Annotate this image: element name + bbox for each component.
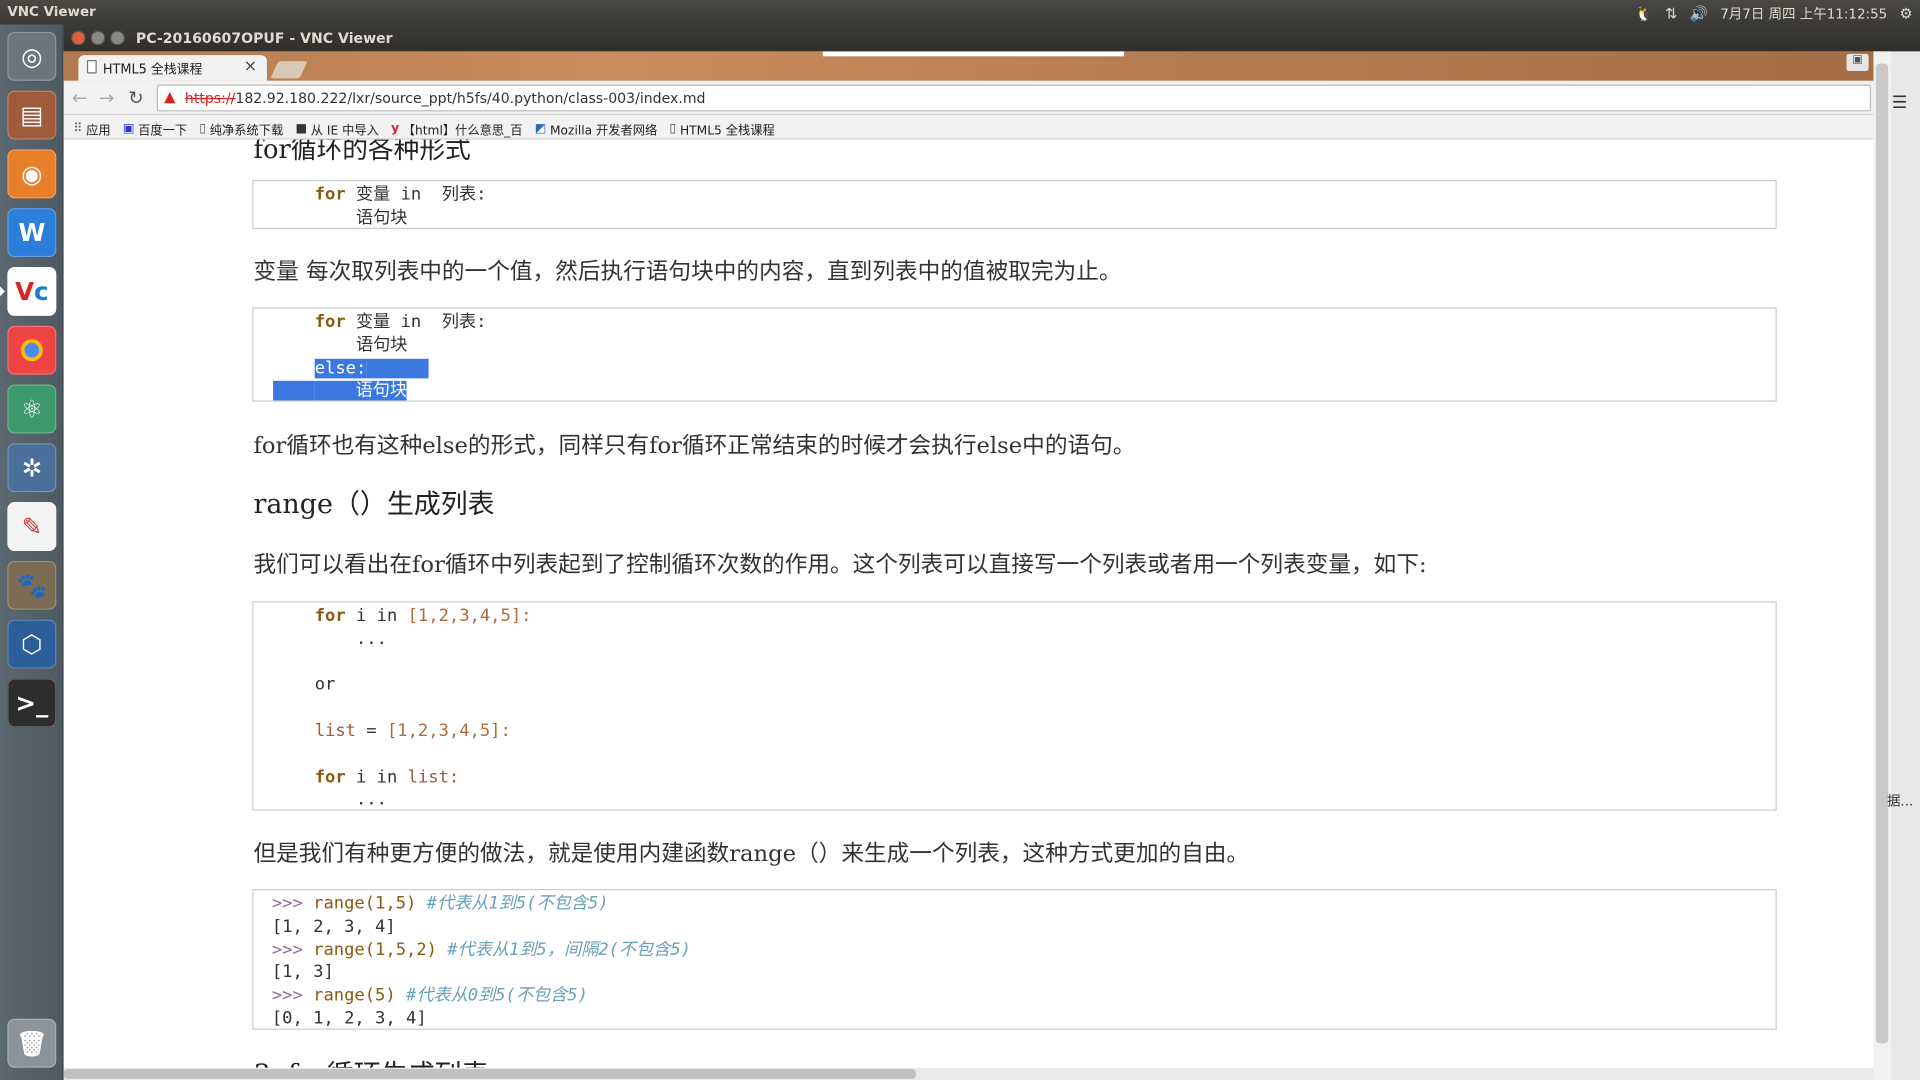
clock[interactable]: 7月7日 周四 上午11:12:55 [1720,4,1887,24]
vnc-titlebar: PC-20160607OPUF - VNC Viewer [63,24,1920,52]
vertical-scroll-thumb[interactable] [1875,63,1889,1044]
browser-toolbar: ← → ↻ ▲ https://182.92.180.222/lxr/sourc… [63,80,1874,116]
close-tab-icon[interactable]: × [244,58,257,76]
files-icon[interactable]: ▤ [7,90,57,140]
volume-icon[interactable]: 🔊 [1690,5,1708,22]
new-tab-button[interactable] [270,61,308,79]
bookmark-html5-course[interactable]: ▯ HTML5 全栈课程 [670,119,775,139]
paragraph-1: 变量 每次取列表中的一个值，然后执行语句块中的内容，直到列表中的值被取完为止。 [253,259,1122,286]
bookmark-baidu[interactable]: ▣ 百度一下 [123,119,187,139]
baidu-icon: ▣ [122,121,135,136]
paragraph-4: 但是我们有种更方便的做法，就是使用内建函数range（）来生成一个列表，这种方式… [253,841,1250,867]
bookmark-ie-import[interactable]: ■ 从 IE 中导入 [295,119,378,139]
folder-icon: ■ [295,121,308,136]
chrome-icon[interactable] [7,325,57,375]
vertical-scrollbar[interactable] [1873,51,1891,1080]
top-panel: VNC Viewer 🐧 ⇅ 🔊 7月7日 周四 上午11:12:55 ⚙ [0,0,1920,25]
close-window-button[interactable] [71,30,86,46]
forward-icon[interactable]: → [96,87,118,109]
installer-icon[interactable]: ✲ [7,443,57,493]
selected-text[interactable]: else: [314,358,367,378]
tab-html5[interactable]: HTML5 全栈课程 × [78,55,267,81]
horizontal-scrollbar[interactable] [63,1067,1874,1080]
wps-icon[interactable]: W [7,208,57,258]
selected-text[interactable] [273,381,315,401]
browser-window: HTML5 全栈课程 × ▣ ← → ↻ ▲ https://182.92.18… [63,51,1874,1080]
address-bar[interactable]: ▲ https://182.92.180.222/lxr/source_ppt/… [156,84,1872,112]
paragraph-2: for循环也有这种else的形式，同样只有for循环正常结束的时候才会执行els… [253,433,1136,460]
firefox-icon[interactable]: ◉ [7,149,57,199]
bookmark-html-meaning[interactable]: y 【html】什么意思_百 [391,119,522,139]
right-strip-text: 据... [1886,793,1914,810]
url-rest: 182.92.180.222/lxr/source_ppt/h5fs/40.py… [235,89,706,107]
bookmark-system-download[interactable]: ▯ 纯净系统下载 [199,119,283,139]
apps-grid-icon: ⠿ [73,121,83,136]
maximize-window-button[interactable] [110,30,125,46]
tux-icon[interactable]: 🐧 [1635,5,1653,22]
code-block-range: >>> range(1,5) #代表从1到5(不包含5) [1, 2, 3, 4… [252,888,1777,1030]
screen: VNC Viewer 🐧 ⇅ 🔊 7月7日 周四 上午11:12:55 ⚙ ◎ … [0,0,1920,1080]
launcher: ◎ ▤ ◉ W Vc ⚛ ✲ ✎ 🐾 ⬡ >_ 🗑 [0,24,64,1080]
dash-icon[interactable]: ◎ [7,31,57,81]
gimp-icon[interactable]: 🐾 [7,560,57,610]
back-icon[interactable]: ← [69,87,91,109]
tab-strip: HTML5 全栈课程 × ▣ [63,51,1874,81]
page-icon: ▯ [199,121,207,136]
trash-icon[interactable]: 🗑 [7,1018,57,1068]
page-content: for循环的各种形式 for 变量 in 列表: 语句块 变量 每次取列表中的一… [63,139,1874,1068]
atom-icon[interactable]: ⚛ [7,384,57,434]
page-icon [86,60,97,74]
terminal-icon[interactable]: >_ [7,678,57,728]
heading-for-generate-list-cut: 3. for循环生成列表 [253,1053,488,1067]
code-block-for-else: for 变量 in 列表: 语句块 else: 语句块 [252,307,1777,402]
menu-icon[interactable]: ☰ [1892,93,1907,113]
profile-icon[interactable]: ▣ [1846,53,1869,72]
page-icon: ▯ [669,121,677,136]
url-scheme: https:// [184,89,236,107]
tab-strip-highlight [822,51,1125,57]
bookmarks-bar: ⠿ 应用 ▣ 百度一下 ▯ 纯净系统下载 ■ 从 IE 中导入 y 【html】什么意思_… [63,115,1874,140]
virtualbox-icon[interactable]: ⬡ [7,619,57,669]
minimize-window-button[interactable] [90,30,106,46]
bookmark-apps[interactable]: ⠿ 应用 [73,119,110,139]
code-block-list: for i in [1,2,3,4,5]: ... or list = [1,2… [252,601,1777,811]
mdn-icon: ◩ [534,121,547,136]
doc-viewer-icon[interactable]: ✎ [7,502,57,552]
paragraph-3: 我们可以看出在for循环中列表起到了控制循环次数的作用。这个列表可以直接写一个列… [253,552,1427,578]
bookmark-mdn[interactable]: ◩ Mozilla 开发者网络 [535,119,658,139]
vnc-icon[interactable]: Vc [0,266,57,316]
code-block-for: for 变量 in 列表: 语句块 [252,180,1777,229]
reload-icon[interactable]: ↻ [125,87,147,109]
tab-title: HTML5 全栈课程 [102,62,203,78]
vnc-window-title: PC-20160607OPUF - VNC Viewer [135,29,393,47]
gear-icon[interactable]: ⚙ [1899,5,1912,22]
horizontal-scroll-thumb[interactable] [63,1068,916,1079]
heading-range: range（）生成列表 [253,489,495,521]
section-heading-cut: for循环的各种形式 [253,139,471,165]
network-icon[interactable]: ⇅ [1665,5,1677,22]
youdao-icon: y [391,121,400,136]
warning-icon[interactable]: ▲ [164,88,175,105]
app-title: VNC Viewer [7,3,96,20]
